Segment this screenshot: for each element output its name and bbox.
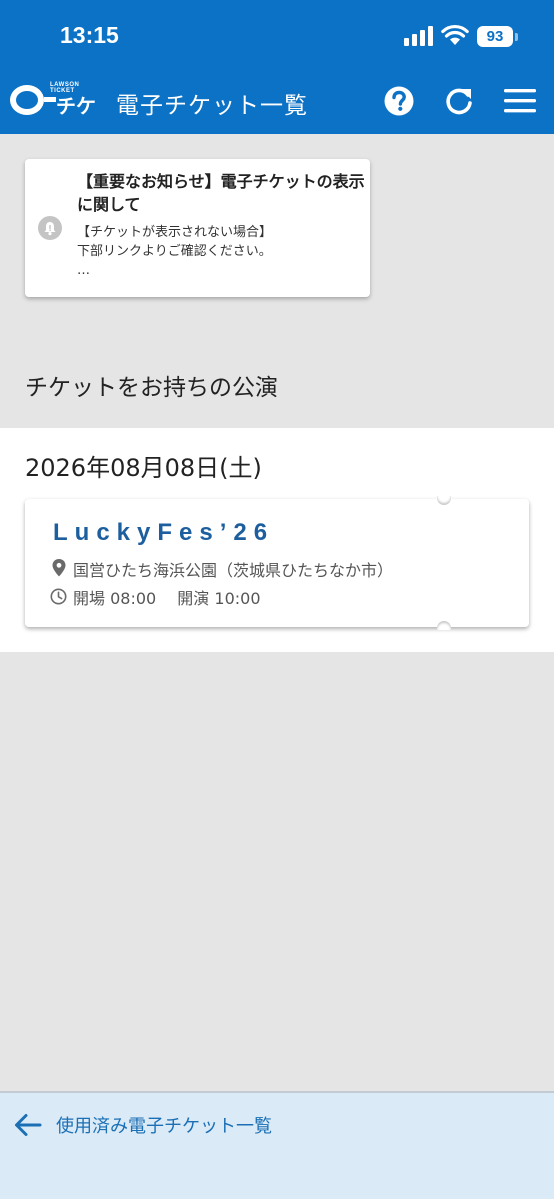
notice-body-line: 【チケットが表示されない場合】: [77, 225, 273, 240]
app-logo: LAWSON TICKET チケ: [10, 82, 98, 118]
events-panel: 2026年08月08日(土) LuckyFes’26 国営ひたち海浜公園（茨城県…: [0, 428, 554, 652]
page-title: 電子チケット一覧: [116, 93, 308, 119]
event-times: 開場 08:00 開演 10:00: [73, 585, 277, 609]
battery-indicator: 93: [477, 26, 513, 47]
wifi-icon: [441, 24, 469, 45]
logo-o-mark: [10, 85, 44, 115]
clock-icon: [50, 588, 67, 605]
status-bar: 13:15 93: [0, 0, 554, 70]
event-name: LuckyFes’26: [53, 519, 275, 546]
logo-dash: [44, 97, 56, 102]
battery-level: 93: [486, 28, 504, 45]
section-title: チケットをお持ちの公演: [25, 375, 278, 401]
used-tickets-footer[interactable]: 使用済み電子チケット一覧: [0, 1091, 554, 1199]
notice-body: 【チケットが表示されない場合】 下部リンクよりご確認ください。 …: [77, 223, 367, 280]
battery-tip: [515, 33, 518, 41]
event-date: 2026年08月08日(土): [25, 454, 262, 482]
menu-icon[interactable]: [504, 88, 536, 114]
ticket-notch-bottom: [437, 621, 451, 630]
bell-icon: [38, 216, 62, 240]
notice-body-line: 下部リンクよりご確認ください。: [77, 244, 272, 259]
ticket-notch-top: [437, 496, 451, 505]
status-time: 13:15: [60, 22, 119, 48]
logo-text: チケ: [56, 94, 96, 118]
notice-title: 【重要なお知らせ】電子チケットの表示に関して: [77, 172, 365, 214]
notice-body-line: …: [77, 263, 90, 278]
refresh-icon[interactable]: [444, 86, 474, 116]
arrow-left-icon: [15, 1114, 42, 1136]
help-icon[interactable]: [384, 86, 414, 116]
location-pin-icon: [52, 559, 66, 577]
event-venue: 国営ひたち海浜公園（茨城県ひたちなか市）: [73, 561, 394, 580]
doors-open-time: 開場 08:00: [73, 589, 157, 608]
important-notice-card[interactable]: 【重要なお知らせ】電子チケットの表示に関して 【チケットが表示されない場合】 下…: [25, 159, 370, 297]
show-start-time: 開演 10:00: [177, 589, 261, 608]
cellular-signal-icon: [404, 26, 433, 46]
used-tickets-link[interactable]: 使用済み電子チケット一覧: [56, 1112, 272, 1138]
ticket-card[interactable]: LuckyFes’26 国営ひたち海浜公園（茨城県ひたちなか市） 開場 08:0…: [25, 496, 529, 630]
